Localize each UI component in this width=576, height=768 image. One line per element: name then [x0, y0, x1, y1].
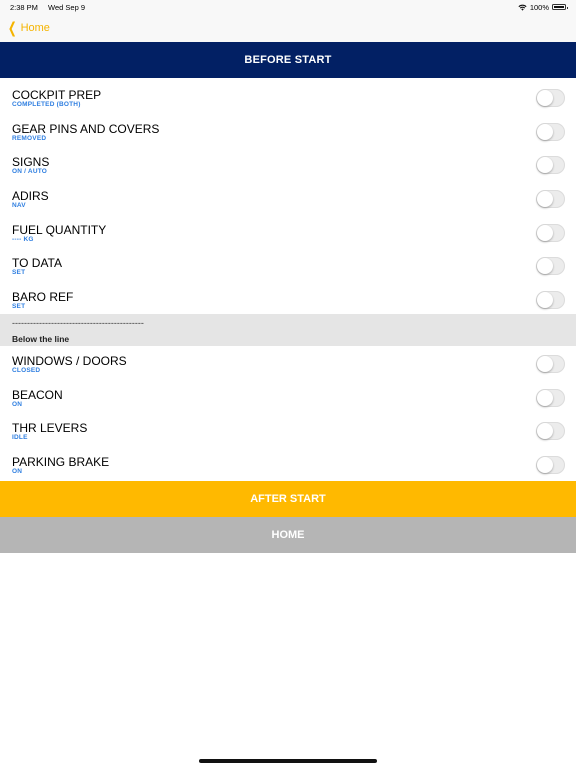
- nav-bar: ❮ Home: [0, 14, 576, 42]
- toggle-switch[interactable]: [536, 388, 565, 407]
- item-subtitle: SET: [12, 269, 26, 277]
- toggle-knob: [537, 356, 553, 372]
- toggle-switch[interactable]: [536, 156, 565, 175]
- checklist-item-windows-doors: WINDOWS / DOORS CLOSED: [0, 346, 576, 380]
- checklist-item-fuel-quantity: FUEL QUANTITY ---- KG: [0, 215, 576, 249]
- toggle-knob: [537, 389, 553, 406]
- item-subtitle: ON / AUTO: [12, 168, 48, 176]
- status-date: Wed Sep 9: [48, 2, 86, 12]
- section-separator: ----------------------------------------…: [0, 314, 576, 346]
- toggle-switch[interactable]: [536, 291, 565, 310]
- after-start-button[interactable]: AFTER START: [0, 481, 576, 517]
- item-title: WINDOWS / DOORS: [12, 354, 127, 368]
- checklist-item-beacon: BEACON ON: [0, 380, 576, 414]
- toggle-switch[interactable]: [536, 223, 565, 242]
- checklist-group-1: COCKPIT PREP COMPLETED (BOTH) GEAR PINS …: [0, 80, 576, 316]
- status-left: 2:38 PM Wed Sep 9: [10, 3, 93, 12]
- checklist-item-cockpit-prep: COCKPIT PREP COMPLETED (BOTH): [0, 80, 576, 114]
- page-title: BEFORE START: [0, 42, 576, 78]
- checklist-item-thr-levers: THR LEVERS IDLE: [0, 413, 576, 447]
- back-button[interactable]: ❮ Home: [6, 21, 50, 36]
- chevron-left-icon: ❮: [7, 19, 17, 37]
- toggle-knob: [537, 90, 553, 106]
- toggle-switch[interactable]: [536, 422, 565, 441]
- item-title: BARO REF: [12, 290, 74, 305]
- item-title: GEAR PINS AND COVERS: [12, 121, 160, 136]
- checklist-item-to-data: TO DATA SET: [0, 248, 576, 282]
- battery-icon: [552, 4, 568, 10]
- item-subtitle: NAV: [12, 202, 26, 210]
- item-title: COCKPIT PREP: [12, 88, 102, 102]
- toggle-switch[interactable]: [536, 122, 565, 141]
- status-right: 100%: [518, 2, 568, 12]
- toggle-switch[interactable]: [536, 456, 565, 475]
- item-title: PARKING BRAKE: [12, 455, 110, 470]
- battery-percent: 100%: [529, 2, 549, 12]
- separator-label: Below the line: [12, 334, 70, 344]
- checklist-item-baro-ref: BARO REF SET: [0, 282, 576, 316]
- toggle-switch[interactable]: [536, 355, 565, 373]
- toggle-switch[interactable]: [536, 257, 565, 276]
- item-subtitle: COMPLETED (BOTH): [12, 101, 81, 108]
- item-subtitle: ---- KG: [12, 235, 34, 243]
- toggle-knob: [537, 123, 553, 140]
- toggle-knob: [537, 423, 553, 440]
- home-button[interactable]: HOME: [0, 517, 576, 553]
- toggle-switch[interactable]: [536, 89, 565, 107]
- checklist-item-signs: SIGNS ON / AUTO: [0, 147, 576, 181]
- item-subtitle: REMOVED: [12, 134, 47, 142]
- item-subtitle: ON: [12, 468, 23, 476]
- toggle-knob: [537, 224, 553, 241]
- checklist-item-parking-brake: PARKING BRAKE ON: [0, 447, 576, 481]
- item-title: BEACON: [12, 387, 63, 402]
- toggle-knob: [537, 457, 553, 474]
- wifi-icon: [518, 4, 527, 11]
- item-subtitle: SET: [12, 303, 26, 311]
- toggle-knob: [537, 258, 553, 275]
- checklist-item-adirs: ADIRS NAV: [0, 181, 576, 215]
- item-title: TO DATA: [12, 256, 63, 271]
- item-title: SIGNS: [12, 155, 50, 170]
- back-button-label: Home: [20, 22, 50, 34]
- separator-dashes: ----------------------------------------…: [12, 318, 144, 328]
- status-time: 2:38 PM: [10, 2, 38, 12]
- checklist-group-2: WINDOWS / DOORS CLOSED BEACON ON THR LEV…: [0, 346, 576, 481]
- item-title: THR LEVERS: [12, 421, 88, 436]
- item-subtitle: ON: [12, 400, 23, 408]
- item-subtitle: CLOSED: [12, 367, 41, 374]
- toggle-knob: [537, 191, 553, 208]
- item-title: FUEL QUANTITY: [12, 222, 107, 237]
- status-bar: 2:38 PM Wed Sep 9 100%: [0, 0, 576, 14]
- item-subtitle: IDLE: [12, 434, 28, 442]
- toggle-knob: [537, 292, 553, 309]
- toggle-switch[interactable]: [536, 190, 565, 209]
- toggle-knob: [537, 157, 553, 174]
- home-indicator[interactable]: [199, 759, 377, 763]
- checklist-item-gear-pins: GEAR PINS AND COVERS REMOVED: [0, 114, 576, 148]
- item-title: ADIRS: [12, 189, 49, 204]
